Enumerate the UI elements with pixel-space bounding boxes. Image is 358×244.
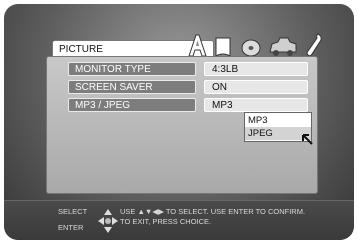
enter-label: ENTER [58,223,84,232]
row-label-screen-saver[interactable]: SCREEN SAVER [68,80,196,94]
dropdown-option-mp3[interactable]: MP3 [245,114,311,127]
car-icon[interactable] [268,34,298,58]
help-footer: SELECT ENTER USE ▲▼◀▶ TO SELECT. USE ENT… [4,200,354,240]
osd-screen: PICTURE MONITOR TYPE 4:3LB SCREEN SAVER [4,4,354,240]
help-line-2: TO EXIT, PRESS CHOICE. [120,217,212,226]
speaker-a-icon[interactable] [186,32,210,58]
row-label-mp3-jpeg[interactable]: MP3 / JPEG [68,98,196,112]
disc-icon[interactable] [240,36,262,58]
dpad-arrows-icon [98,209,118,233]
row-label-monitor-type[interactable]: MONITOR TYPE [68,62,196,76]
select-label: SELECT [58,207,88,216]
row-value-monitor-type[interactable]: 4:3LB [204,62,308,76]
help-line-1: USE ▲▼◀▶ TO SELECT. USE ENTER TO CONFIRM… [120,207,306,216]
row-value-mp3-jpeg[interactable]: MP3 [204,98,308,112]
row-value-screen-saver[interactable]: ON [204,80,308,94]
menu-tab-title: PICTURE [59,44,103,55]
wrench-icon[interactable] [304,32,324,58]
document-icon[interactable] [214,36,234,58]
cursor-arrow-icon [302,134,313,145]
